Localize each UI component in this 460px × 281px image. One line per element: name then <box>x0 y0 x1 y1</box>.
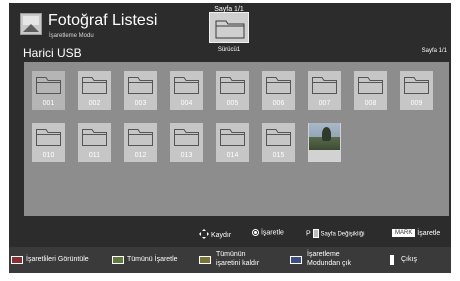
mark-all-label: Tümünü İşaretle <box>127 256 178 263</box>
folder-item[interactable]: 013 <box>170 123 203 162</box>
folder-label: 004 <box>180 100 193 107</box>
view-marked-label: İşaretlileri Görüntüle <box>26 256 89 263</box>
folder-item[interactable]: 001 <box>32 71 65 110</box>
folder-item[interactable]: 004 <box>170 71 203 110</box>
folder-item[interactable]: 009 <box>400 71 433 110</box>
yellow-key-icon <box>199 256 211 264</box>
folder-item[interactable]: 008 <box>354 71 387 110</box>
help-page-change: P Sayfa Değişikliği <box>306 229 364 238</box>
folder-label: 009 <box>410 100 423 107</box>
drive-folder-icon[interactable] <box>209 12 249 43</box>
page-title: Fotoğraf Listesi <box>48 12 158 29</box>
folder-label: 001 <box>42 100 55 107</box>
exit-key-icon <box>390 255 394 265</box>
function-bar: İşaretlileri Görüntüle Tümünü İşaretle T… <box>9 247 451 273</box>
blue-key-icon <box>290 256 302 264</box>
folder-item[interactable]: 006 <box>262 71 295 110</box>
folder-item[interactable]: 011 <box>78 123 111 162</box>
unmark-all-label-1: Tümünün <box>216 251 246 258</box>
file-grid: 001 002 003 004 005 006 007 008 009 010 011 012 013 0… <box>24 62 449 216</box>
folder-label: 002 <box>88 100 101 107</box>
folder-label: 005 <box>226 100 239 107</box>
folder-item[interactable]: 015 <box>262 123 295 162</box>
exit-mark-mode-button[interactable]: İşaretleme Modundan çık <box>290 247 380 273</box>
folder-item[interactable]: 007 <box>308 71 341 110</box>
folder-item[interactable]: 012 <box>124 123 157 162</box>
scroll-arrows-icon <box>199 229 209 241</box>
unmark-all-button[interactable]: Tümünün işaretini kaldır <box>199 247 281 273</box>
photo-list-screen: Fotoğraf Listesi İşaretleme Modu Harici … <box>9 3 451 273</box>
device-name: Harici USB <box>23 46 82 60</box>
page-indicator: Sayfa 1/1 <box>421 48 447 54</box>
mark-key-icon: MARK <box>392 229 416 237</box>
red-key-icon <box>11 256 23 264</box>
folder-label: 010 <box>42 152 55 159</box>
mark-all-button[interactable]: Tümünü İşaretle <box>112 247 194 273</box>
folder-item[interactable]: 014 <box>216 123 249 162</box>
exit-label: Çıkış <box>401 256 417 263</box>
folder-label: 011 <box>88 152 101 159</box>
folder-label: 007 <box>318 100 331 107</box>
unmark-all-label-2: işaretini kaldır <box>216 260 260 267</box>
folder-label: 015 <box>272 152 285 159</box>
page-key-icon <box>312 229 319 238</box>
folder-label: 012 <box>134 152 147 159</box>
exit-mark-mode-label-2: Modundan çık <box>307 260 351 267</box>
drive-label: Sürücü1 <box>217 47 241 53</box>
help-mark-label: İşaretle <box>260 229 284 237</box>
folder-label: 003 <box>134 100 147 107</box>
help-scroll-label: Kaydır <box>210 231 232 239</box>
folder-item[interactable]: 005 <box>216 71 249 110</box>
photo-thumbnail-image <box>309 123 340 150</box>
folder-item[interactable]: 003 <box>124 71 157 110</box>
folder-item[interactable]: 002 <box>78 71 111 110</box>
folder-label: 014 <box>226 152 239 159</box>
help-page-change-label: Sayfa Değişikliği <box>320 231 365 238</box>
mode-subtitle: İşaretleme Modu <box>49 33 94 39</box>
page-key-label: P <box>306 230 311 238</box>
folder-label: 013 <box>180 152 193 159</box>
exit-mark-mode-label-1: İşaretleme <box>307 251 340 258</box>
photo-list-icon <box>20 13 42 35</box>
green-key-icon <box>112 256 124 264</box>
photo-thumbnail[interactable] <box>308 123 341 162</box>
help-mark: İşaretle <box>252 229 284 236</box>
help-scroll: Kaydır <box>199 229 231 241</box>
folder-item[interactable]: 010 <box>32 123 65 162</box>
view-marked-button[interactable]: İşaretlileri Görüntüle <box>11 247 107 273</box>
folder-label: 008 <box>364 100 377 107</box>
folder-label: 006 <box>272 100 285 107</box>
exit-button[interactable]: Çıkış <box>390 247 445 273</box>
help-mark-key: MARK İşaretle <box>392 229 440 237</box>
help-mark-key-label: İşaretle <box>417 229 441 237</box>
ok-button-icon <box>252 229 259 236</box>
